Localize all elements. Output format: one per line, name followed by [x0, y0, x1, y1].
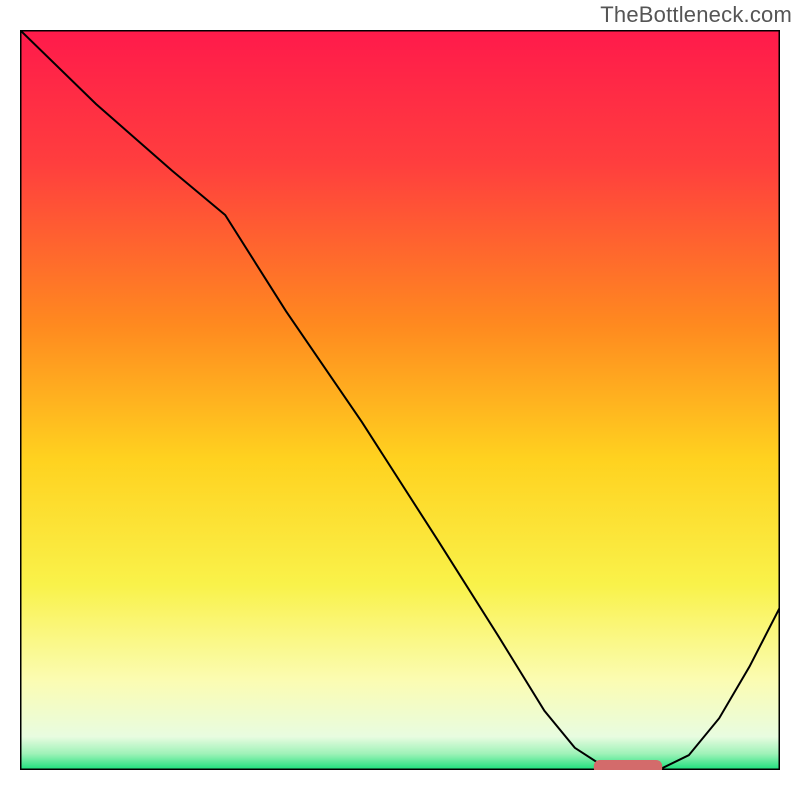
- watermark-text: TheBottleneck.com: [600, 2, 792, 28]
- plot-area: [20, 30, 780, 770]
- gradient-background: [20, 30, 780, 770]
- chart-frame: TheBottleneck.com: [0, 0, 800, 800]
- optimal-marker: [594, 760, 662, 770]
- chart-svg: [20, 30, 780, 770]
